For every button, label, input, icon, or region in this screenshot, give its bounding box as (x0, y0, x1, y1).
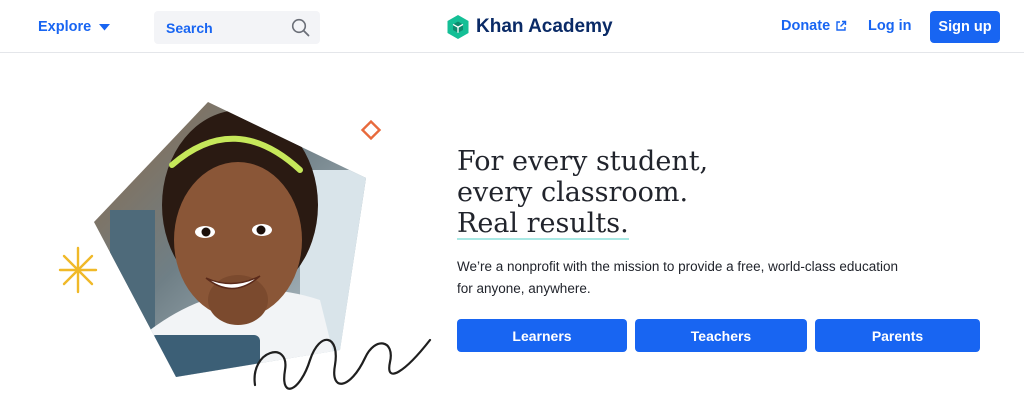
brand-logo[interactable]: Khan Academy (446, 14, 613, 40)
headline-line-1: For every student, (457, 146, 709, 177)
hero-illustration (58, 102, 432, 390)
search-icon[interactable] (291, 18, 310, 37)
hero-tagline: We’re a nonprofit with the mission to pr… (457, 259, 898, 296)
headline-line-3: Real results. (457, 208, 629, 239)
hero-headline: For every student, every classroom. Real… (457, 146, 708, 240)
donate-link[interactable]: Donate (781, 18, 847, 34)
search-input[interactable] (164, 18, 298, 37)
top-navigation-bar: Explore Khan Academy Donate Log in Sign … (0, 0, 1024, 53)
khan-logo-icon (447, 15, 469, 39)
search-box[interactable] (154, 11, 320, 44)
chevron-down-icon (99, 23, 111, 30)
explore-label: Explore (38, 19, 92, 35)
brand-name: Khan Academy (476, 16, 613, 37)
explore-menu-button[interactable]: Explore (38, 16, 111, 38)
teachers-button[interactable]: Teachers (635, 319, 807, 352)
student-photo (94, 102, 366, 377)
headline-line-2: every classroom. (457, 177, 689, 208)
parents-button[interactable]: Parents (815, 319, 980, 352)
signup-button[interactable]: Sign up (930, 11, 1000, 43)
external-link-icon (836, 20, 847, 31)
sparkle-icon (58, 246, 98, 294)
diamond-icon (360, 119, 382, 141)
learners-button[interactable]: Learners (457, 319, 627, 352)
donate-label: Donate (781, 18, 831, 34)
login-link[interactable]: Log in (868, 18, 912, 34)
